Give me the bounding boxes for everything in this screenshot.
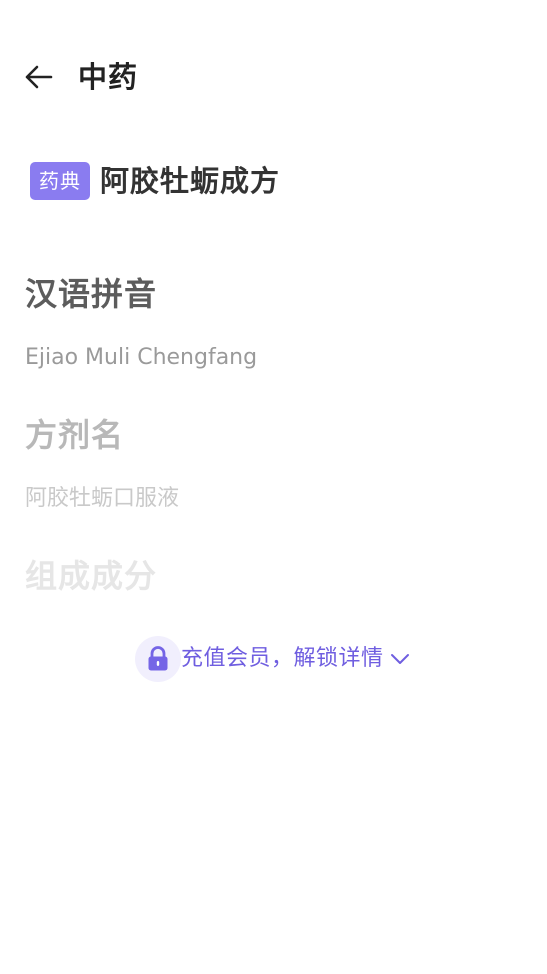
arrow-left-icon [25,65,53,89]
lock-icon [148,646,168,671]
chevron-down-icon [390,652,410,666]
section-value-prescription-name: 阿胶牡蛎口服液 [25,486,180,511]
pharmacopoeia-badge: 药典 [30,162,90,200]
unlock-label: 充值会员，解锁详情 [181,646,384,671]
top-app-bar: 中药 [0,52,547,104]
entry-title-row: 药典 阿胶牡蛎成方 [30,160,280,202]
section-heading-pinyin: 汉语拼音 [25,275,158,313]
back-button[interactable] [18,60,58,96]
page-title: 中药 [78,60,139,94]
lock-icon-background [135,636,181,682]
section-heading-prescription-name: 方剂名 [25,416,125,454]
section-value-pinyin: Ejiao Muli Chengfang [25,345,258,370]
entry-name: 阿胶牡蛎成方 [100,164,281,198]
section-heading-ingredients: 组成成分 [25,557,158,595]
unlock-membership-button[interactable]: 充值会员，解锁详情 [135,636,410,682]
